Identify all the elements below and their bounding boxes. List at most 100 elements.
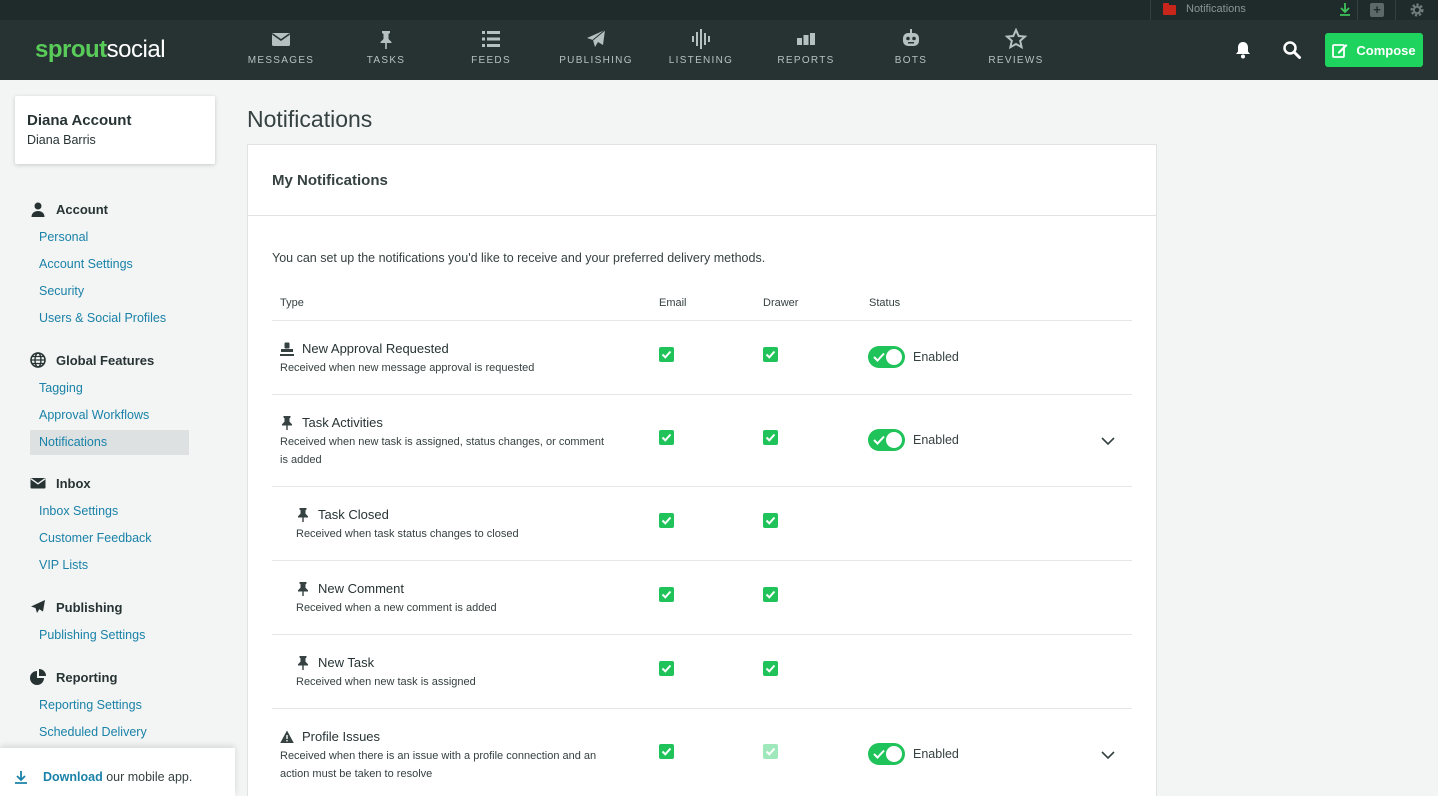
status-label: Enabled xyxy=(913,747,959,761)
row-description: Received when there is an issue with a p… xyxy=(280,750,597,780)
notification-tab[interactable]: Notifications xyxy=(1150,0,1358,20)
logo-part-sprout: sprout xyxy=(35,36,107,63)
sidebar-link-vip-lists[interactable]: VIP Lists xyxy=(39,558,88,572)
download-link[interactable]: Download xyxy=(43,770,103,784)
bell-icon[interactable] xyxy=(1233,40,1253,60)
nav-feeds[interactable]: FEEDS xyxy=(446,28,536,66)
notification-subrow: New Comment Received when a new comment … xyxy=(272,560,1132,634)
drawer-checkbox[interactable] xyxy=(763,661,778,676)
checkmark-icon xyxy=(873,352,885,362)
download-icon xyxy=(15,771,27,784)
nav-label: FEEDS xyxy=(471,55,511,66)
checkmark-icon xyxy=(661,516,672,525)
chevron-down-icon[interactable] xyxy=(1101,748,1115,762)
sidebar-link-notifications[interactable]: Notifications xyxy=(39,435,107,449)
status-toggle[interactable] xyxy=(868,429,905,451)
download-arrow-icon[interactable] xyxy=(1339,2,1351,16)
notification-subrow: New Task Received when new task is assig… xyxy=(272,634,1132,708)
notification-subrow: Task Closed Received when task status ch… xyxy=(272,486,1132,560)
search-icon[interactable] xyxy=(1282,40,1302,60)
email-checkbox[interactable] xyxy=(659,661,674,676)
main-navigation: sproutsocial MESSAGES TASKS FEEDS PUBLIS… xyxy=(0,20,1438,80)
notifications-panel: My Notifications You can set up the noti… xyxy=(247,144,1157,796)
nav-label: REVIEWS xyxy=(988,55,1044,66)
nav-label: MESSAGES xyxy=(247,55,315,66)
drawer-checkbox[interactable] xyxy=(763,430,778,445)
email-checkbox[interactable] xyxy=(659,744,674,759)
sidebar-link-personal[interactable]: Personal xyxy=(39,230,88,244)
nav-listening[interactable]: LISTENING xyxy=(656,28,746,66)
sidebar-link-publishing-settings[interactable]: Publishing Settings xyxy=(39,628,145,642)
row-description: Received when new message approval is re… xyxy=(280,362,535,374)
status-toggle[interactable] xyxy=(868,743,905,765)
nav-label: REPORTS xyxy=(777,55,835,66)
nav-bots[interactable]: BOTS xyxy=(866,28,956,66)
envelope-icon xyxy=(30,478,46,489)
nav-label: LISTENING xyxy=(668,55,734,66)
nav-reports[interactable]: REPORTS xyxy=(761,28,851,66)
email-checkbox[interactable] xyxy=(659,430,674,445)
status-label: Enabled xyxy=(913,350,959,364)
sidebar-link-tagging[interactable]: Tagging xyxy=(39,381,83,395)
pin-icon xyxy=(298,655,308,670)
drawer-checkbox[interactable] xyxy=(763,347,778,362)
sidebar-section-title: Global Features xyxy=(56,352,155,368)
compose-label: Compose xyxy=(1356,42,1416,58)
add-tab-icon[interactable]: + xyxy=(1370,3,1384,17)
sidebar-link-security[interactable]: Security xyxy=(39,284,84,298)
checkmark-icon xyxy=(765,747,776,756)
pin-icon xyxy=(298,507,308,522)
intro-text: You can set up the notifications you'd l… xyxy=(272,251,766,265)
email-checkbox[interactable] xyxy=(659,347,674,362)
warning-icon xyxy=(280,730,294,743)
row-title-text: New Approval Requested xyxy=(302,341,449,356)
compose-button[interactable]: Compose xyxy=(1325,33,1423,67)
nav-tasks[interactable]: TASKS xyxy=(341,28,431,66)
system-top-bar: Notifications + xyxy=(0,0,1438,20)
sidebar-link-approval-workflows[interactable]: Approval Workflows xyxy=(39,408,149,422)
checkmark-icon xyxy=(661,350,672,359)
account-name: Diana Account xyxy=(27,112,132,129)
sidebar-link-customer-feedback[interactable]: Customer Feedback xyxy=(39,531,152,545)
sidebar-section-title: Publishing xyxy=(56,599,123,615)
sidebar-section-publishing: Publishing xyxy=(30,599,122,615)
chevron-down-icon[interactable] xyxy=(1101,434,1115,448)
email-checkbox[interactable] xyxy=(659,513,674,528)
pie-chart-icon xyxy=(30,669,46,685)
compose-icon xyxy=(1332,44,1348,58)
drawer-checkbox[interactable] xyxy=(763,587,778,602)
sidebar-link-scheduled-delivery[interactable]: Scheduled Delivery xyxy=(39,725,147,739)
nav-label: BOTS xyxy=(894,55,928,66)
row-title: Task Activities xyxy=(280,415,383,430)
status-toggle[interactable] xyxy=(868,346,905,368)
notification-tab-label: Notifications xyxy=(1186,3,1246,15)
sidebar-link-users-social-profiles[interactable]: Users & Social Profiles xyxy=(39,311,166,325)
list-icon xyxy=(482,31,500,47)
notification-row: Profile Issues Received when there is an… xyxy=(272,708,1132,796)
email-checkbox[interactable] xyxy=(659,587,674,602)
column-header-type: Type xyxy=(280,297,304,309)
sprout-social-logo[interactable]: sproutsocial xyxy=(35,36,166,64)
gear-icon[interactable] xyxy=(1409,2,1425,18)
sidebar-link-reporting-settings[interactable]: Reporting Settings xyxy=(39,698,142,712)
notification-row: Task Activities Received when new task i… xyxy=(272,394,1132,486)
account-card[interactable]: Diana Account Diana Barris xyxy=(15,96,215,164)
row-title: New Task xyxy=(296,655,374,670)
pin-icon xyxy=(298,581,308,596)
nav-messages[interactable]: MESSAGES xyxy=(236,28,326,66)
sidebar-section-reporting: Reporting xyxy=(30,669,117,685)
checkmark-icon xyxy=(765,590,776,599)
page-title: Notifications xyxy=(247,106,373,132)
row-title-text: New Task xyxy=(318,655,375,670)
sidebar-link-account-settings[interactable]: Account Settings xyxy=(39,257,133,271)
checkmark-icon xyxy=(661,590,672,599)
drawer-checkbox[interactable] xyxy=(763,513,778,528)
checkmark-icon xyxy=(661,433,672,442)
nav-reviews[interactable]: REVIEWS xyxy=(971,28,1061,66)
download-app-bar[interactable]: Download our mobile app. xyxy=(0,748,235,796)
nav-label: PUBLISHING xyxy=(559,55,633,66)
nav-publishing[interactable]: PUBLISHING xyxy=(551,28,641,66)
envelope-icon xyxy=(272,33,290,46)
nav-label: TASKS xyxy=(366,55,406,66)
sidebar-link-inbox-settings[interactable]: Inbox Settings xyxy=(39,504,118,518)
